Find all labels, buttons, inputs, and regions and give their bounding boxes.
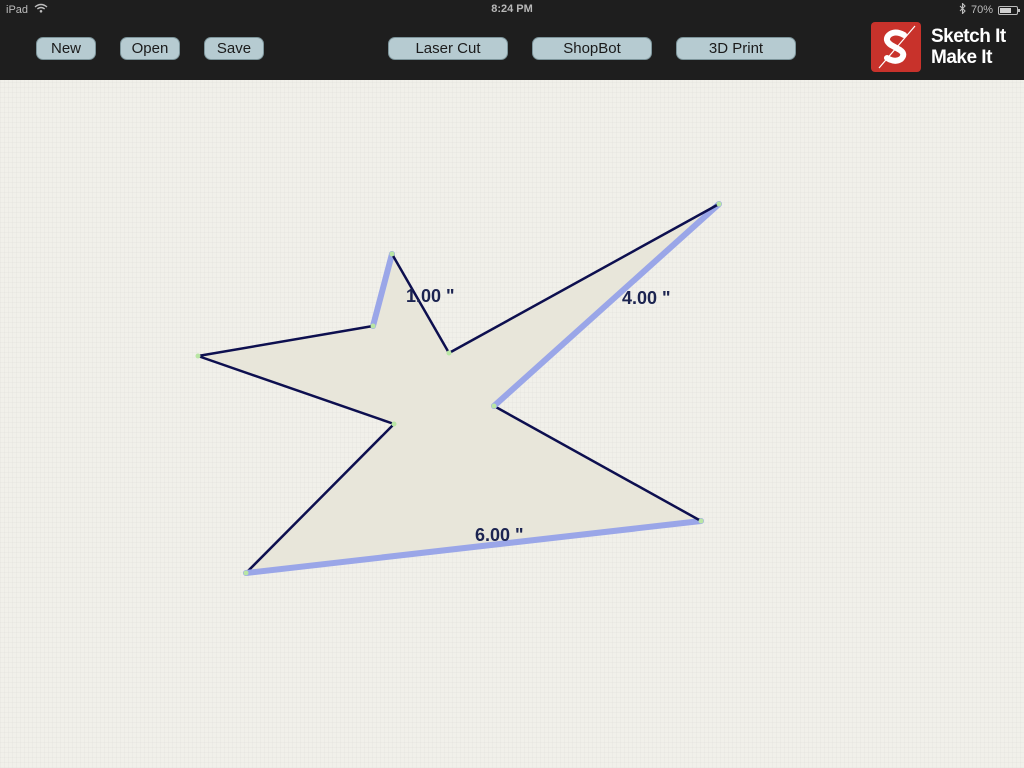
status-right: 70%: [959, 2, 1020, 17]
vertex-handle[interactable]: [491, 403, 497, 409]
open-button[interactable]: Open: [120, 37, 180, 60]
toolbar: New Open Save Laser Cut ShopBot 3D Print…: [0, 20, 1024, 80]
dimension-label-3: 6.00 ": [475, 525, 524, 545]
dimension-label-2: 4.00 ": [622, 288, 671, 308]
laser-cut-button[interactable]: Laser Cut: [388, 37, 508, 60]
logo-line-2: Make It: [931, 47, 992, 68]
save-button[interactable]: Save: [204, 37, 264, 60]
drawing-surface[interactable]: 1.00 " 4.00 " 6.00 ": [0, 80, 1024, 768]
logo-mark-icon: [871, 22, 921, 72]
selected-edge-2[interactable]: [491, 201, 722, 409]
vertex-handle[interactable]: [389, 251, 395, 257]
status-bar: iPad 8:24 PM 70%: [0, 0, 1024, 20]
drawing-canvas[interactable]: 1.00 " 4.00 " 6.00 ": [0, 80, 1024, 768]
battery-level: [1000, 7, 1011, 13]
shape-edge[interactable]: [447, 202, 721, 355]
status-time: 8:24 PM: [491, 3, 533, 15]
battery-icon: [998, 5, 1020, 15]
vertex-handle[interactable]: [698, 518, 704, 524]
logo-text: Sketch It Make It: [931, 26, 1006, 68]
shopbot-button[interactable]: ShopBot: [532, 37, 652, 60]
shape-fill[interactable]: [198, 204, 719, 573]
vertex-handle[interactable]: [370, 323, 376, 329]
logo-line-1: Sketch It: [931, 26, 1006, 47]
vertex-handle[interactable]: [391, 421, 397, 427]
bluetooth-icon: [959, 2, 966, 17]
vertex-handle[interactable]: [243, 570, 249, 576]
vertex-handle[interactable]: [446, 350, 452, 356]
vertex-handle[interactable]: [195, 353, 201, 359]
new-button[interactable]: New: [36, 37, 96, 60]
app-logo: Sketch It Make It: [871, 22, 1006, 72]
battery-percent: 70%: [970, 4, 993, 16]
dimension-label-1: 1.00 ": [406, 286, 455, 306]
3d-print-button[interactable]: 3D Print: [676, 37, 796, 60]
vertex-handle[interactable]: [716, 201, 722, 207]
